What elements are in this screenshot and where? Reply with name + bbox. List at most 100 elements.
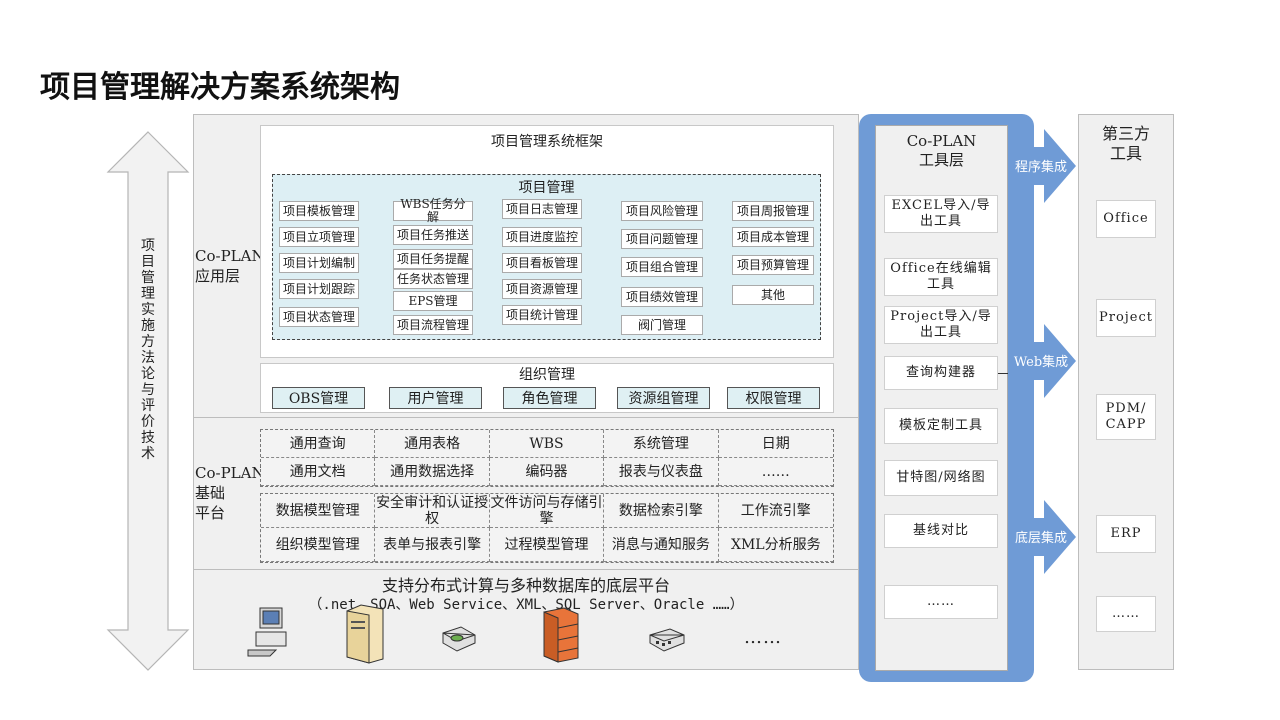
pm-item: 项目计划跟踪 xyxy=(279,279,359,299)
base-cell: 文件访问与存储引擎 xyxy=(489,494,605,528)
methodology-char: 方 xyxy=(141,334,155,350)
base-cell: 过程模型管理 xyxy=(489,528,605,562)
methodology-char: 理 xyxy=(141,286,155,302)
pm-item: 项目日志管理 xyxy=(502,199,582,219)
third-party-panel xyxy=(1078,114,1174,670)
third-party-item: Project xyxy=(1096,299,1156,337)
switch-icon xyxy=(649,628,685,652)
pm-item: 项目进度监控 xyxy=(502,227,582,247)
methodology-char: 价 xyxy=(141,414,155,430)
app-layer-label: Co-PLAN 应用层 xyxy=(195,247,265,285)
base-cell: 组织模型管理 xyxy=(261,528,376,562)
org-item: 权限管理 xyxy=(727,387,820,409)
base-grid-engines: 数据模型管理 安全审计和认证授权 文件访问与存储引擎 数据检索引擎 工作流引擎组织模型管… xyxy=(260,493,834,563)
framework-title: 项目管理系统框架 xyxy=(491,134,603,150)
pm-item: 阀门管理 xyxy=(621,315,703,335)
methodology-char: 项 xyxy=(141,238,155,254)
base-cell: 编码器 xyxy=(489,458,605,486)
integration-label: 底层集成 xyxy=(1014,531,1067,546)
methodology-char: 术 xyxy=(141,446,155,462)
pm-item: 项目流程管理 xyxy=(393,315,473,335)
tool-item: …… xyxy=(884,585,998,619)
pm-item: 项目状态管理 xyxy=(279,307,359,327)
tool-item: 查询构建器 xyxy=(884,356,998,390)
third-party-item: …… xyxy=(1096,596,1156,632)
pm-item: 项目立项管理 xyxy=(279,227,359,247)
integration-label: Web集成 xyxy=(1013,355,1069,370)
methodology-char: 管 xyxy=(141,270,155,286)
org-item: 角色管理 xyxy=(503,387,596,409)
org-item: 资源组管理 xyxy=(617,387,710,409)
page-title: 项目管理解决方案系统架构 xyxy=(40,70,400,105)
pm-item: 项目成本管理 xyxy=(732,227,814,247)
base-cell: 通用文档 xyxy=(261,458,376,486)
firewall-icon xyxy=(543,607,579,663)
third-party-item: ERP xyxy=(1096,515,1156,553)
methodology-char: 评 xyxy=(141,398,155,414)
pm-item: 其他 xyxy=(732,285,814,305)
base-cell: 报表与仪表盘 xyxy=(604,458,719,486)
org-item: 用户管理 xyxy=(389,387,482,409)
methodology-text: 项目管理实施方法论与评价技术 xyxy=(140,238,156,462)
methodology-char: 施 xyxy=(141,318,155,334)
pm-item: 项目统计管理 xyxy=(502,305,582,325)
pm-item: 项目周报管理 xyxy=(732,201,814,221)
methodology-char: 与 xyxy=(141,382,155,398)
pm-item: EPS管理 xyxy=(393,291,473,311)
more-devices: …… xyxy=(744,627,782,648)
pm-item: 任务状态管理 xyxy=(393,269,473,289)
tools-title: Co-PLAN 工具层 xyxy=(906,132,977,169)
tool-item: 基线对比 xyxy=(884,514,998,548)
pm-item: 项目预算管理 xyxy=(732,255,814,275)
methodology-char: 实 xyxy=(141,302,155,318)
base-cell: 工作流引擎 xyxy=(718,494,833,528)
third-party-item: Office xyxy=(1096,200,1156,238)
base-grid-common: 通用查询 通用表格 WBS 系统管理 日期通用文档 通用数据选择 编码器 报表与仪表盘…… xyxy=(260,429,834,487)
base-cell: 安全审计和认证授权 xyxy=(375,494,490,528)
pm-item: 项目问题管理 xyxy=(621,229,703,249)
pm-item: 项目看板管理 xyxy=(502,253,582,273)
base-layer-label: Co-PLAN 基础 平台 xyxy=(195,464,265,522)
pm-item: 项目计划编制 xyxy=(279,253,359,273)
methodology-char: 论 xyxy=(141,366,155,382)
base-cell: 消息与通知服务 xyxy=(604,528,719,562)
platform-title: 支持分布式计算与多种数据库的底层平台 xyxy=(381,576,670,595)
base-cell: 数据模型管理 xyxy=(261,494,376,528)
base-cell: 通用数据选择 xyxy=(375,458,490,486)
org-title: 组织管理 xyxy=(519,367,575,383)
router-icon xyxy=(442,626,476,652)
methodology-label: 项目管理实施方法论与评价技术 xyxy=(140,238,156,462)
base-cell: WBS xyxy=(489,430,605,458)
tool-item: 模板定制工具 xyxy=(884,408,998,444)
pm-item: 项目资源管理 xyxy=(502,279,582,299)
methodology-char: 目 xyxy=(141,254,155,270)
pm-item: 项目模板管理 xyxy=(279,201,359,221)
base-cell: …… xyxy=(718,458,833,486)
server-icon xyxy=(346,604,384,664)
methodology-char: 技 xyxy=(141,430,155,446)
base-cell: 表单与报表引擎 xyxy=(375,528,490,562)
base-cell: XML分析服务 xyxy=(718,528,833,562)
divider xyxy=(193,417,859,418)
org-item: OBS管理 xyxy=(272,387,365,409)
pm-title: 项目管理 xyxy=(518,180,575,196)
base-cell: 数据检索引擎 xyxy=(604,494,719,528)
base-cell: 通用查询 xyxy=(261,430,376,458)
integration-label: 程序集成 xyxy=(1014,160,1067,175)
pm-item: 项目任务推送 xyxy=(393,225,473,245)
pm-item: 项目任务提醒 xyxy=(393,249,473,269)
pm-item: 项目风险管理 xyxy=(621,201,703,221)
base-cell: 日期 xyxy=(718,430,833,458)
pm-item: 项目组合管理 xyxy=(621,257,703,277)
tool-item: Project导入/导出工具 xyxy=(884,306,998,344)
connector-line xyxy=(998,373,1008,374)
tool-item: 甘特图/网络图 xyxy=(884,460,998,496)
tool-item: EXCEL导入/导出工具 xyxy=(884,195,998,233)
base-cell: 通用表格 xyxy=(375,430,490,458)
pm-item: WBS任务分解 xyxy=(393,198,473,224)
computer-icon xyxy=(247,607,287,657)
third-party-title: 第三方 工具 xyxy=(1101,124,1150,163)
divider xyxy=(193,569,859,570)
base-cell: 系统管理 xyxy=(604,430,719,458)
third-party-item: PDM/ CAPP xyxy=(1096,394,1156,440)
